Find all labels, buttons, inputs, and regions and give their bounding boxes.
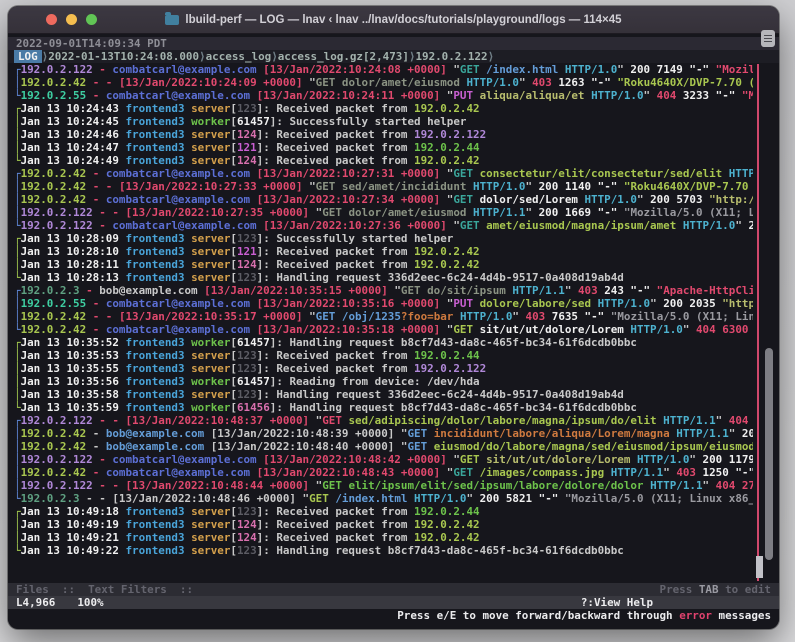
log-row[interactable]: ┌Jan 13 10:28:09 frontend3 server[123]: … xyxy=(14,232,753,245)
log-row[interactable]: └192.0.2.122 - combatcarl@example.com [1… xyxy=(14,219,753,232)
breadcrumb: LOG⟩2022-01-13T10:24:08.000⟩access_log⟩a… xyxy=(8,50,779,63)
log-row[interactable]: └Jan 13 10:28:13 frontend3 server[123]: … xyxy=(14,271,753,284)
lnav-scrollbar-thumb[interactable] xyxy=(756,556,763,578)
breadcrumb-item[interactable]: access_log xyxy=(206,50,272,63)
log-row[interactable]: └192.0.2.42 - combatcarl@example.com [13… xyxy=(14,323,753,336)
scrollbar-error-marks xyxy=(757,64,759,581)
log-row[interactable]: ┌192.0.2.42 - combatcarl@example.com [13… xyxy=(14,167,753,180)
line-position: L4,966 xyxy=(16,596,55,609)
view-help-hint: ?:View Help xyxy=(581,596,653,609)
traffic-lights xyxy=(46,14,97,25)
hint-error-word: error xyxy=(679,609,712,622)
log-row[interactable]: │Jan 13 10:28:11 frontend3 server[124]: … xyxy=(14,258,753,271)
breadcrumb-item[interactable]: access_log.gz[2,473] xyxy=(278,50,409,63)
log-row[interactable]: │192.0.2.42 - combatcarl@example.com [13… xyxy=(14,466,753,479)
log-row[interactable]: │192.0.2.122 - - [13/Jan/2022:10:48:44 +… xyxy=(14,479,753,492)
clock-text: 2022-09-01T14:09:34 PDT xyxy=(16,37,167,50)
log-row[interactable]: │192.0.2.42 - - [13/Jan/2022:10:27:33 +0… xyxy=(14,180,753,193)
breadcrumb-separator: ⟩ xyxy=(488,50,495,63)
log-row[interactable]: └Jan 13 10:49:22 frontend3 server[123]: … xyxy=(14,544,753,557)
tab-key-label: TAB xyxy=(699,583,719,596)
log-row[interactable]: │192.0.2.55 - combatcarl@example.com [13… xyxy=(14,297,753,310)
log-row[interactable]: │192.0.2.42 - - [13/Jan/2022:10:35:17 +0… xyxy=(14,310,753,323)
log-row[interactable]: └192.0.2.3 - - [13/Jan/2022:10:48:46 +00… xyxy=(14,492,753,505)
log-row[interactable]: │Jan 13 10:35:55 frontend3 server[123]: … xyxy=(14,362,753,375)
log-row[interactable]: │Jan 13 10:24:47 frontend3 server[121]: … xyxy=(14,141,753,154)
file-bracket xyxy=(14,557,21,570)
log-row[interactable]: │Jan 13 10:49:19 frontend3 server[124]: … xyxy=(14,518,753,531)
press-label: Press xyxy=(660,583,699,596)
files-bar: Files :: Text Filters :: Press TAB to ed… xyxy=(8,583,779,596)
terminal-window: lbuild-perf — LOG — lnav ‹ lnav ../lnav/… xyxy=(8,6,779,629)
lnav-terminal: 2022-09-01T14:09:34 PDT LOG ⟩ 2022-01-13T1… xyxy=(8,34,779,629)
log-row[interactable]: │Jan 13 10:35:53 frontend3 server[123]: … xyxy=(14,349,753,362)
log-row[interactable]: │Jan 13 10:28:10 frontend3 server[121]: … xyxy=(14,245,753,258)
hint-suffix: messages xyxy=(712,609,771,622)
scroll-percent: 100% xyxy=(77,596,103,609)
log-row[interactable] xyxy=(14,557,753,570)
hint-bar: Press e/E to move forward/backward throu… xyxy=(8,609,779,622)
log-row[interactable]: ┌192.0.2.122 - combatcarl@example.com [1… xyxy=(14,63,753,76)
desktop: lbuild-perf — LOG — lnav ‹ lnav ../lnav/… xyxy=(0,0,795,642)
window-title: lbuild-perf — LOG — lnav ‹ lnav ../lnav/… xyxy=(185,14,621,26)
title-bar[interactable]: lbuild-perf — LOG — lnav ‹ lnav ../lnav/… xyxy=(8,6,779,34)
folder-icon xyxy=(165,15,179,25)
title-wrap: lbuild-perf — LOG — lnav ‹ lnav ../lnav/… xyxy=(8,14,779,26)
log-rows: ┌192.0.2.122 - combatcarl@example.com [1… xyxy=(8,63,779,583)
hint-prefix: Press e/E to move forward/backward throu… xyxy=(397,609,679,622)
log-row[interactable]: │Jan 13 10:24:45 frontend3 worker[61457]… xyxy=(14,115,753,128)
status-bar: L4,966 100% ?:View Help xyxy=(8,596,779,609)
mode-badge[interactable]: LOG xyxy=(14,50,42,63)
macos-scrollbar-thumb[interactable] xyxy=(765,348,773,560)
minimize-button[interactable] xyxy=(66,14,77,25)
log-row[interactable]: │Jan 13 10:35:56 frontend3 worker[61457]… xyxy=(14,375,753,388)
log-row[interactable]: ┌Jan 13 10:35:52 frontend3 worker[61457]… xyxy=(14,336,753,349)
log-row[interactable]: │192.0.2.42 - - [13/Jan/2022:10:24:09 +0… xyxy=(14,76,753,89)
breadcrumb-item[interactable]: 2022-01-13T10:24:08.000 xyxy=(48,50,199,63)
log-row[interactable]: │192.0.2.42 - combatcarl@example.com [13… xyxy=(14,193,753,206)
log-row[interactable]: ┌192.0.2.3 - bob@example.com [13/Jan/202… xyxy=(14,284,753,297)
log-row[interactable]: │192.0.2.42 - bob@example.com [13/Jan/20… xyxy=(14,440,753,453)
log-row[interactable]: │Jan 13 10:35:58 frontend3 server[123]: … xyxy=(14,388,753,401)
clock-bar: 2022-09-01T14:09:34 PDT xyxy=(8,37,779,50)
zoom-button[interactable] xyxy=(86,14,97,25)
log-row[interactable]: │Jan 13 10:24:46 frontend3 server[124]: … xyxy=(14,128,753,141)
log-row[interactable]: ┌Jan 13 10:24:43 frontend3 server[123]: … xyxy=(14,102,753,115)
breadcrumb-item[interactable]: 192.0.2.122 xyxy=(415,50,487,63)
files-bar-left[interactable]: Files :: Text Filters :: xyxy=(16,583,193,596)
log-row[interactable]: ┌192.0.2.122 - - [13/Jan/2022:10:48:37 +… xyxy=(14,414,753,427)
log-row[interactable] xyxy=(14,570,753,583)
close-button[interactable] xyxy=(46,14,57,25)
log-row[interactable]: └Jan 13 10:24:49 frontend3 server[124]: … xyxy=(14,154,753,167)
to-edit-label: to edit xyxy=(719,583,771,596)
breadcrumb-items: ⟩2022-01-13T10:24:08.000⟩access_log⟩acce… xyxy=(42,50,494,63)
log-row[interactable]: └Jan 13 10:35:59 frontend3 worker[61456]… xyxy=(14,401,753,414)
scrollback-indicator-icon xyxy=(761,30,775,47)
log-row[interactable]: │192.0.2.122 - - [13/Jan/2022:10:27:35 +… xyxy=(14,206,753,219)
log-row[interactable]: └192.0.2.55 - combatcarl@example.com [13… xyxy=(14,89,753,102)
log-row[interactable]: │Jan 13 10:49:21 frontend3 server[124]: … xyxy=(14,531,753,544)
log-row[interactable]: ┌Jan 13 10:49:18 frontend3 server[123]: … xyxy=(14,505,753,518)
log-row[interactable]: │192.0.2.42 - bob@example.com [13/Jan/20… xyxy=(14,427,753,440)
log-row[interactable]: │192.0.2.122 - combatcarl@example.com [1… xyxy=(14,453,753,466)
files-bar-right: Press TAB to edit xyxy=(660,583,771,596)
file-bracket xyxy=(14,570,21,583)
